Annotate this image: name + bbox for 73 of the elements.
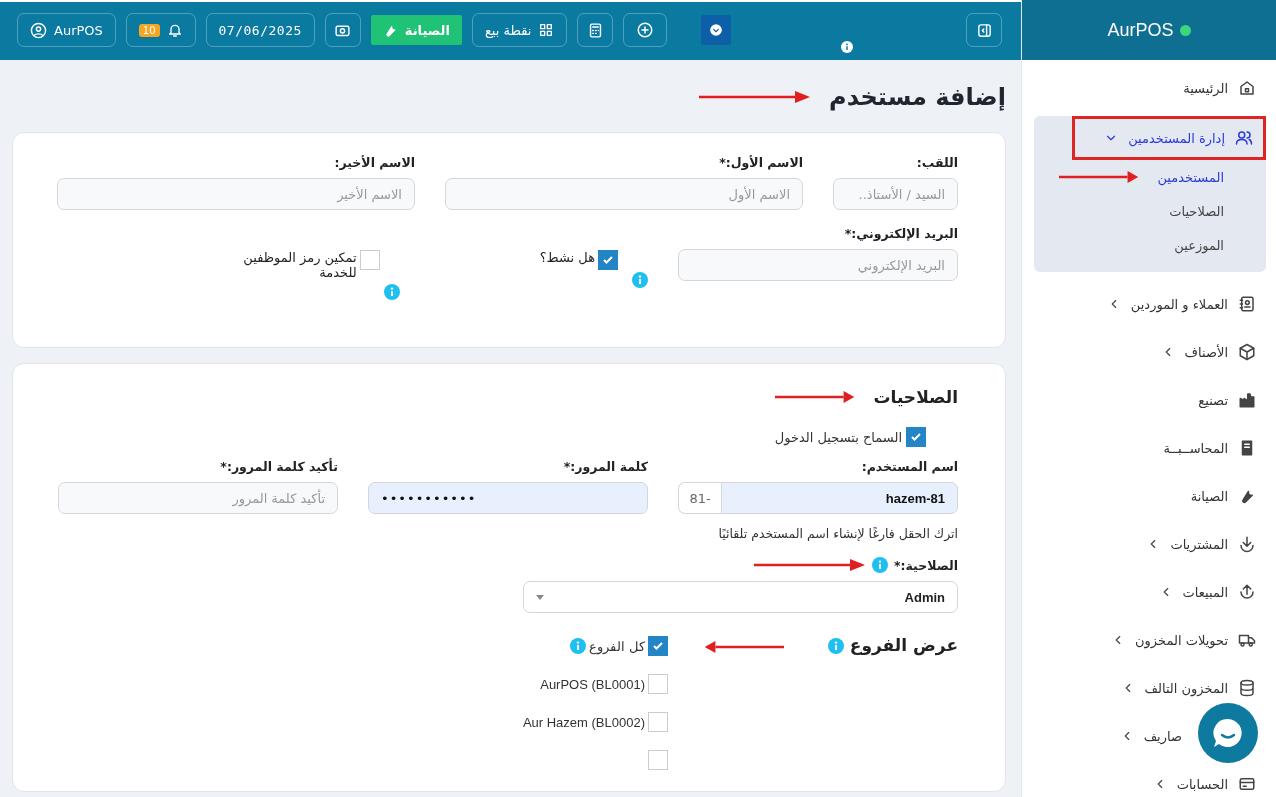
checkbox[interactable]	[598, 250, 618, 270]
checkbox-label: كل الفروع	[589, 638, 645, 654]
field-label: كلمة المرور:*	[562, 459, 648, 474]
bell-icon	[166, 22, 183, 38]
sidebar-item[interactable]: الأصناف	[1034, 328, 1266, 376]
checkbox[interactable]	[648, 750, 668, 770]
checkbox-label: السماح بتسجيل الدخول	[774, 429, 902, 445]
role-dropdown[interactable]: Admin	[523, 581, 958, 613]
help-text: اترك الحقل فارغًا لإنشاء اسم المستخدم تلقائيًا	[717, 526, 958, 541]
field-label: الصلاحية:*	[894, 557, 958, 573]
add-button[interactable]	[623, 13, 668, 47]
download-circle-icon	[709, 23, 724, 37]
sidebar-item[interactable]: المحاســبــة	[1034, 424, 1266, 472]
checkbox-label: AurPOS (BL0001)	[540, 676, 645, 692]
field-label: الاسم الأول:*	[718, 155, 803, 170]
checkbox-label: هل نشط؟	[539, 250, 595, 265]
info-icon[interactable]	[632, 272, 648, 288]
info-icon[interactable]	[570, 638, 587, 654]
page-title: إضافة مستخدم	[829, 83, 1006, 111]
field-label: اللقب:	[915, 155, 958, 170]
field-label: البريد الإلكتروني:*	[843, 226, 958, 241]
info-icon	[841, 41, 853, 53]
panel-icon	[975, 21, 993, 39]
brand-logo[interactable]: AurPOS	[1022, 0, 1276, 60]
sidebar-item[interactable]: صاريف	[1034, 712, 1266, 760]
username-suffix: -81	[678, 482, 721, 514]
field-label: الاسم الأخير:	[333, 155, 415, 170]
date-button[interactable]: 07/06/2025	[205, 13, 315, 47]
sidebar-item[interactable]: الصيانة	[1034, 472, 1266, 520]
camera-button[interactable]	[324, 13, 361, 47]
plus-circle-icon	[636, 21, 655, 39]
field-label: اسم المستخدم:	[860, 459, 958, 474]
info-icon[interactable]	[383, 284, 400, 300]
chat-button[interactable]	[1198, 703, 1258, 763]
password-field[interactable]: •••••••••••	[368, 482, 648, 514]
sidebar-item[interactable]: المخزون التالف	[1034, 664, 1266, 712]
sidebar-item[interactable]: الحسابات	[1034, 760, 1266, 797]
submenu-item[interactable]: المستخدمين	[1157, 169, 1224, 185]
section-title: عرض الفروع	[849, 635, 958, 655]
check-icon	[910, 431, 922, 443]
chat-icon	[1211, 716, 1245, 750]
grid-icon	[538, 22, 555, 38]
sidebar-toggle-button[interactable]	[966, 13, 1002, 47]
info-icon[interactable]	[872, 557, 888, 573]
sidebar-item[interactable]: تحويلات المخزون	[1034, 616, 1266, 664]
pos-button[interactable]: نقطة بيع	[471, 13, 568, 47]
check-icon	[652, 640, 664, 652]
checkbox[interactable]	[359, 250, 380, 270]
sidebar-item[interactable]: إدارة المستخدمين	[1072, 116, 1266, 160]
field-label: تأكيد كلمة المرور:*	[219, 459, 338, 474]
checkbox-label: Aur Hazem (BL0002)	[522, 714, 645, 730]
notification-badge: 10	[138, 23, 160, 37]
submenu-item[interactable]: الموزعين	[1174, 237, 1224, 253]
checkbox[interactable]	[906, 427, 926, 447]
sidebar-item[interactable]: المشتريات	[1034, 520, 1266, 568]
user-button[interactable]: AurPOS	[17, 13, 116, 47]
sidebar-item[interactable]: تصنيع	[1034, 376, 1266, 424]
user-icon	[30, 21, 47, 39]
check-icon	[602, 254, 614, 266]
sidebar-item[interactable]: الرئيسية	[1034, 64, 1266, 112]
calculator-button[interactable]	[577, 13, 614, 47]
submenu-item[interactable]: الصلاحيات	[1169, 203, 1224, 219]
username-field[interactable]: hazem-81	[721, 482, 958, 514]
checkbox-label: تمكين رمز الموظفين للخدمة	[242, 250, 357, 280]
checkbox[interactable]	[648, 636, 668, 656]
caret-icon	[536, 594, 544, 600]
sidebar-item[interactable]: المبيعات	[1034, 568, 1266, 616]
info-icon[interactable]	[827, 638, 844, 654]
checkbox[interactable]	[648, 674, 668, 694]
sidebar-item[interactable]: العملاء و الموردين	[1034, 280, 1266, 328]
checkbox[interactable]	[648, 712, 668, 732]
section-title: الصلاحيات	[873, 387, 958, 407]
download-button[interactable]	[701, 15, 732, 45]
